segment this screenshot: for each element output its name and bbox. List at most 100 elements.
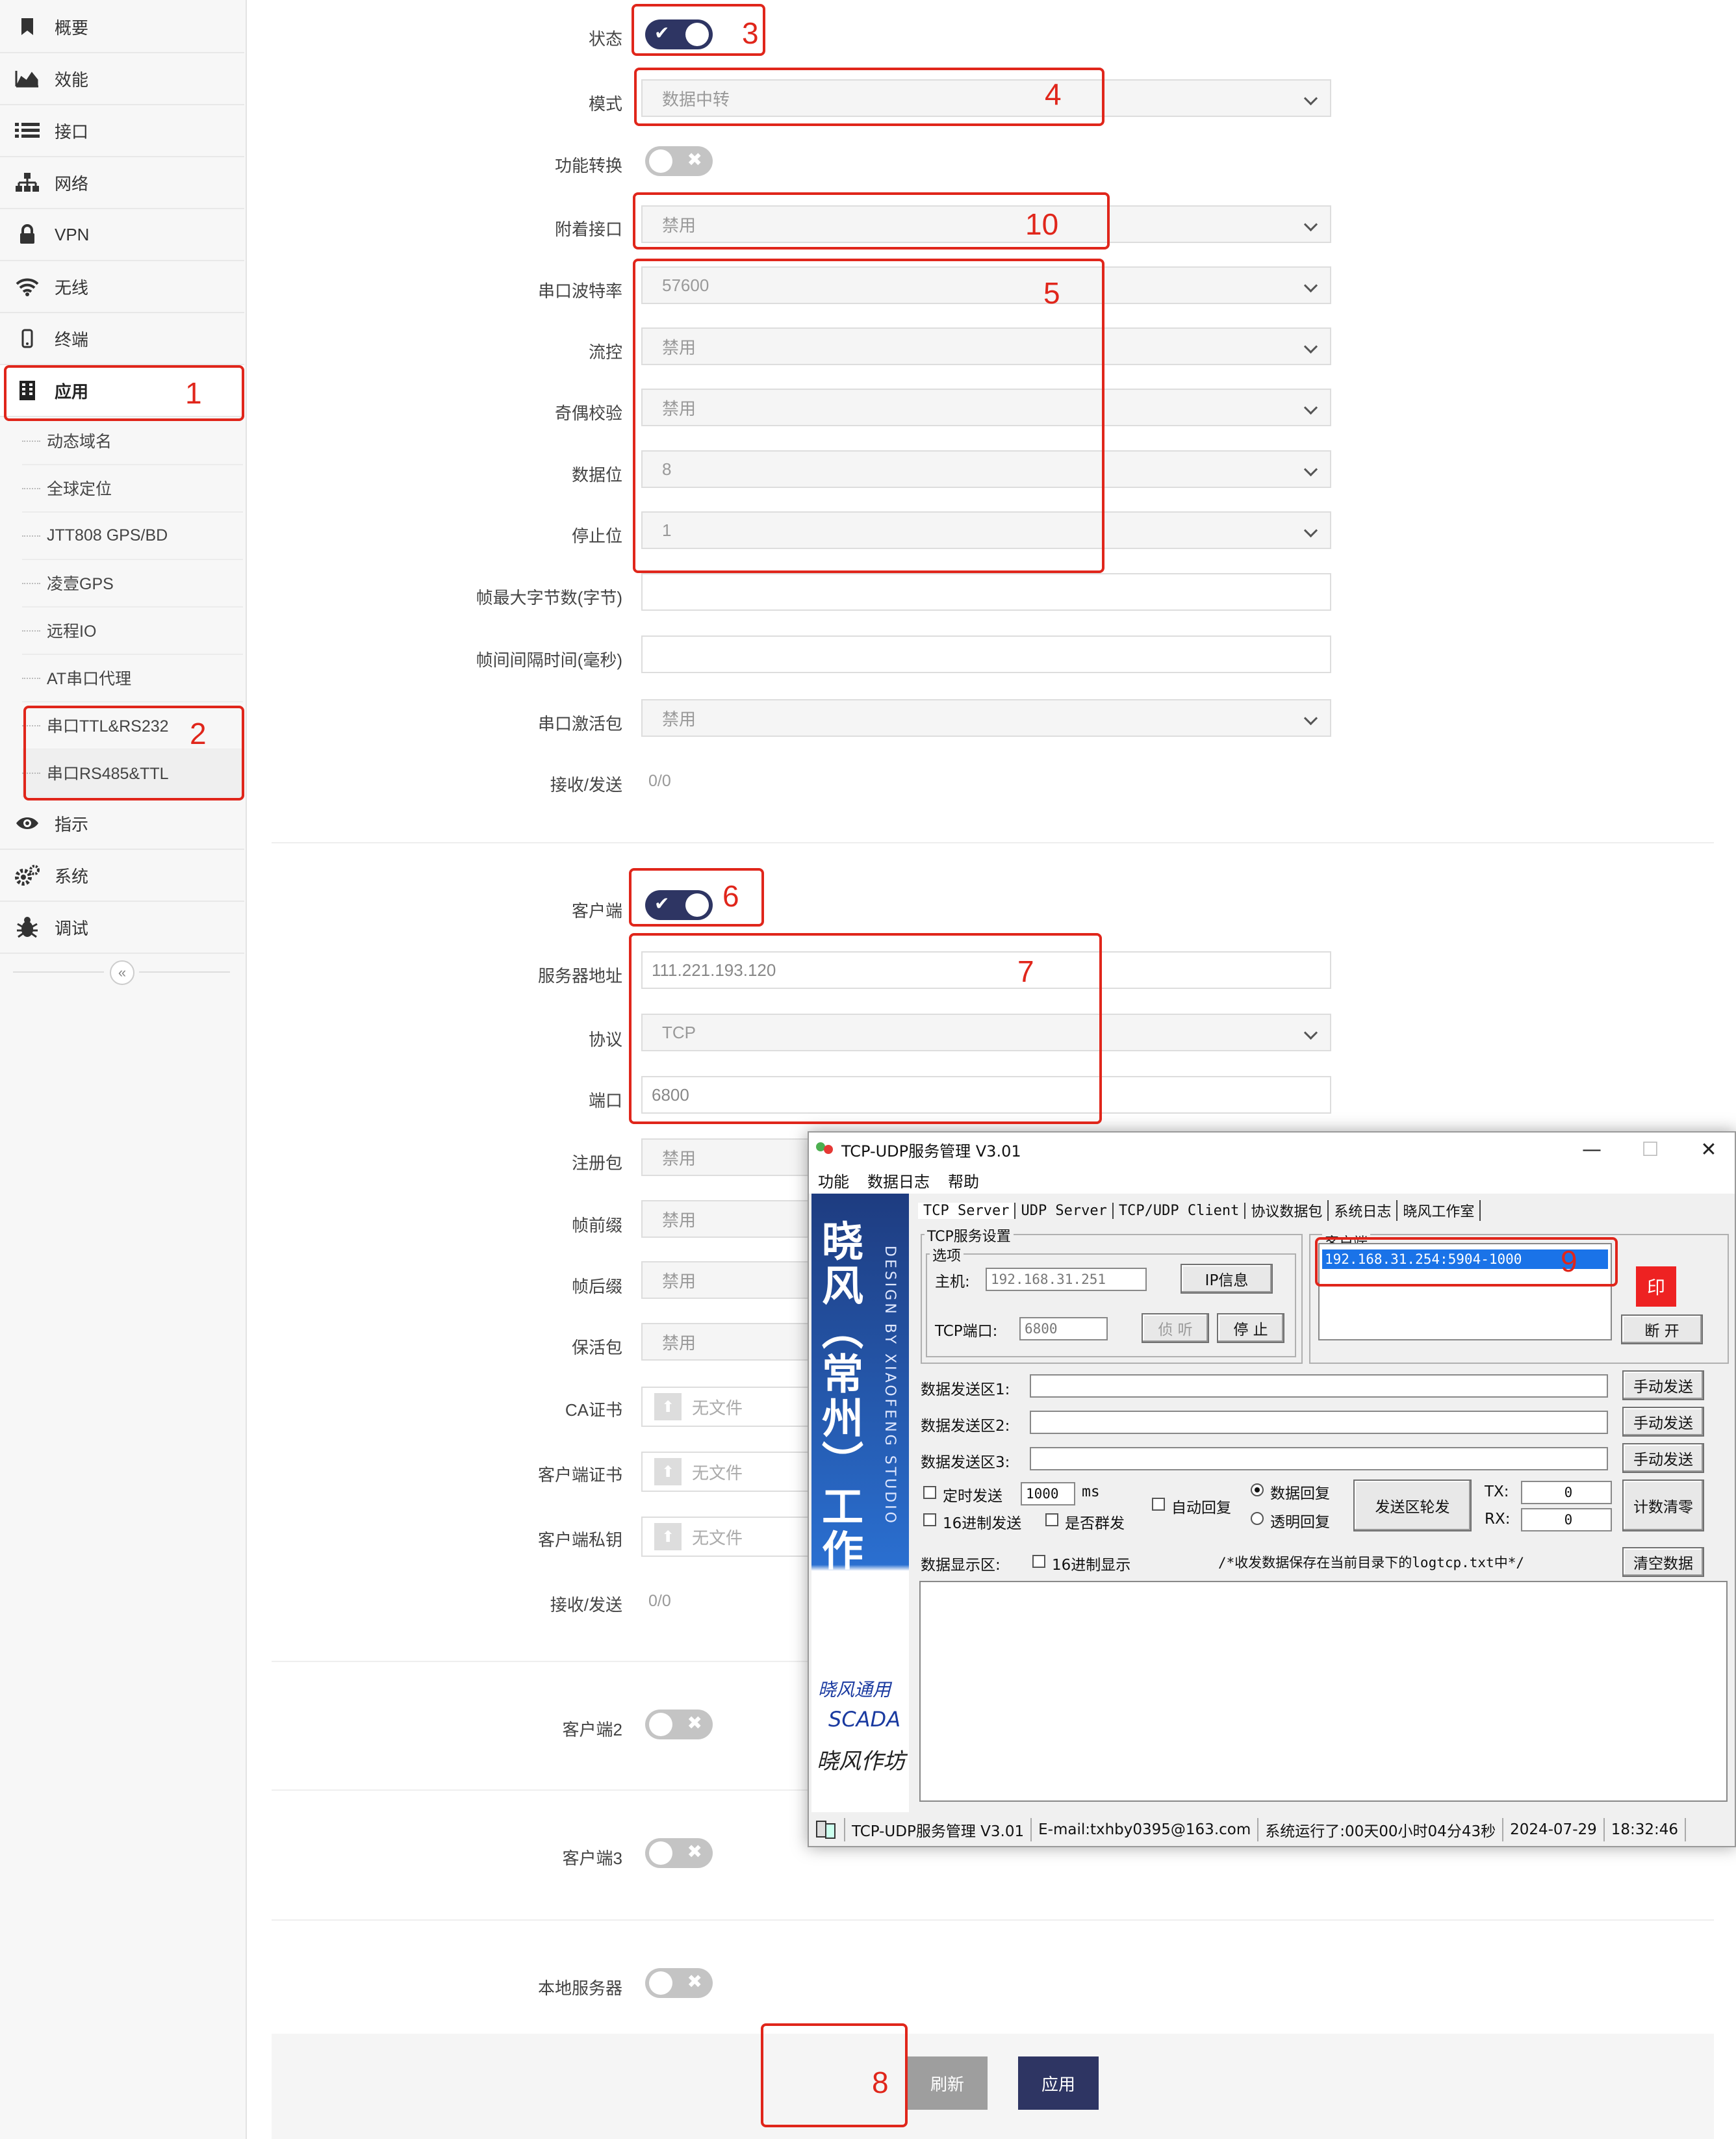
- maximize-button[interactable]: ☐: [1631, 1135, 1670, 1164]
- send3-input[interactable]: [1030, 1447, 1608, 1470]
- auto-reply-label: 自动回复: [1171, 1500, 1231, 1517]
- sidebar-item-label: 接口: [55, 122, 89, 142]
- transparent-reply-radio[interactable]: [1251, 1512, 1264, 1525]
- sidebar-subitem-ddns[interactable]: 动态域名: [22, 417, 243, 465]
- sidebar-item-terminal[interactable]: 终端: [0, 313, 244, 365]
- sidebar-item-indicator[interactable]: 指示: [0, 798, 244, 850]
- sidebar-item-network[interactable]: 网络: [0, 157, 244, 209]
- menu-function[interactable]: 功能: [818, 1169, 849, 1192]
- sidebar-item-wireless[interactable]: 无线: [0, 261, 244, 313]
- annotation-number-10: 10: [1025, 207, 1059, 241]
- listen-button[interactable]: 侦 听: [1142, 1313, 1209, 1343]
- sidebar-item-interface[interactable]: 接口: [0, 105, 244, 157]
- status-runtime: 系统运行了:00天00小时04分43秒: [1258, 1818, 1504, 1841]
- hex-send-checkbox[interactable]: [923, 1513, 936, 1526]
- minimize-button[interactable]: —: [1572, 1135, 1611, 1164]
- sidebar-item-debug[interactable]: 调试: [0, 902, 244, 954]
- tab-tcp-udp-client[interactable]: TCP/UDP Client: [1114, 1202, 1246, 1219]
- frame-interval-label: 帧间间隔时间(毫秒): [476, 650, 622, 670]
- rxtx-value: 0/0: [648, 772, 671, 790]
- tcp-port-input[interactable]: 6800: [1019, 1317, 1108, 1340]
- data-reply-radio[interactable]: [1251, 1483, 1264, 1496]
- sidebar-subitem-lingyi-gps[interactable]: 凌壹GPS: [22, 559, 243, 608]
- timed-interval-input[interactable]: 1000: [1021, 1482, 1075, 1505]
- manual-send-2-button[interactable]: 手动发送: [1622, 1407, 1704, 1437]
- menu-help[interactable]: 帮助: [948, 1169, 979, 1192]
- frame-max-input[interactable]: [641, 573, 1331, 611]
- send2-input[interactable]: [1030, 1411, 1608, 1434]
- sidebar-item-system[interactable]: 系统: [0, 850, 244, 902]
- status-time: 18:32:46: [1605, 1818, 1687, 1841]
- tab-studio[interactable]: 晓风工作室: [1398, 1200, 1481, 1221]
- receive-display-area[interactable]: [919, 1581, 1728, 1802]
- ip-info-button[interactable]: IP信息: [1181, 1264, 1273, 1294]
- eye-icon: [14, 810, 40, 836]
- rx-counter: 0: [1521, 1508, 1612, 1531]
- tab-protocol-packet[interactable]: 协议数据包: [1245, 1200, 1329, 1221]
- clear-data-button[interactable]: 清空数据: [1622, 1547, 1704, 1577]
- local-server-label: 本地服务器: [537, 1979, 622, 1998]
- rx-label: RX:: [1485, 1511, 1511, 1528]
- timed-send-checkbox[interactable]: [923, 1486, 936, 1499]
- menu-data-log[interactable]: 数据日志: [867, 1169, 930, 1192]
- annotation-number-7: 7: [1017, 954, 1034, 988]
- hex-display-checkbox[interactable]: [1032, 1555, 1045, 1568]
- broadcast-checkbox[interactable]: [1045, 1513, 1058, 1526]
- tab-tcp-server[interactable]: TCP Server: [918, 1202, 1016, 1219]
- sidebar-item-overview[interactable]: 概要: [0, 1, 244, 53]
- func-switch-toggle[interactable]: ✖: [645, 146, 713, 176]
- annotation-box-2: [23, 706, 244, 801]
- sidebar-subitem-label: JTT808 GPS/BD: [47, 526, 168, 544]
- annotation-number-9: 9: [1561, 1244, 1577, 1278]
- suffix-label: 帧后缀: [571, 1277, 622, 1296]
- cogs-icon: [14, 862, 40, 888]
- bug-icon: [14, 914, 40, 940]
- auto-reply-checkbox[interactable]: [1152, 1498, 1165, 1511]
- sidebar-subitem-remote-io[interactable]: 远程IO: [22, 607, 243, 655]
- stop-button[interactable]: 停 止: [1217, 1313, 1284, 1343]
- rotate-send-button[interactable]: 发送区轮发: [1353, 1479, 1472, 1531]
- databits-label: 数据位: [571, 465, 622, 485]
- sidebar-item-vpn[interactable]: VPN: [0, 209, 244, 261]
- manual-send-3-button[interactable]: 手动发送: [1622, 1443, 1704, 1473]
- sidebar-subitem-at-proxy[interactable]: AT串口代理: [22, 654, 243, 702]
- host-select[interactable]: 192.168.31.251: [986, 1268, 1147, 1291]
- sidebar-subitem-label: 凌壹GPS: [47, 575, 114, 593]
- sidebar-subitem-jtt808[interactable]: JTT808 GPS/BD: [22, 512, 243, 560]
- disconnect-button[interactable]: 断 开: [1621, 1314, 1703, 1344]
- func-switch-label: 功能转换: [554, 156, 622, 175]
- list-icon: [14, 118, 40, 144]
- close-button[interactable]: ✕: [1689, 1135, 1728, 1164]
- annotation-number-8: 8: [872, 2066, 889, 2099]
- collapse-sidebar-button[interactable]: «: [110, 960, 134, 985]
- tree-connector: [22, 583, 40, 584]
- local-server-toggle[interactable]: ✖: [645, 1968, 713, 1998]
- sidebar-subitem-gps[interactable]: 全球定位: [22, 465, 243, 513]
- sidebar-item-label: 效能: [55, 70, 89, 90]
- manual-send-1-button[interactable]: 手动发送: [1622, 1370, 1704, 1400]
- ca-label: CA证书: [565, 1400, 622, 1420]
- x-icon: ✖: [687, 1971, 702, 1992]
- send1-input[interactable]: [1030, 1374, 1608, 1398]
- annotation-number-5: 5: [1043, 276, 1060, 310]
- status-app-name: TCP-UDP服务管理 V3.01: [845, 1818, 1032, 1841]
- activate-select[interactable]: 禁用: [641, 699, 1331, 737]
- banner-scada-line2: SCADA: [828, 1707, 901, 1732]
- apply-button[interactable]: 应用: [1018, 2056, 1099, 2110]
- sidebar-item-label: 网络: [55, 173, 89, 194]
- client3-toggle[interactable]: ✖: [645, 1838, 713, 1868]
- tcp-settings-label: TCP服务设置: [925, 1225, 1014, 1246]
- tab-udp-server[interactable]: UDP Server: [1015, 1202, 1114, 1219]
- baud-label: 串口波特率: [537, 281, 622, 301]
- sidebar-item-performance[interactable]: 效能: [0, 53, 244, 105]
- hex-display-label: 16进制显示: [1052, 1557, 1131, 1574]
- options-label: 选项: [930, 1244, 964, 1265]
- tree-connector: [22, 535, 40, 537]
- tab-system-log[interactable]: 系统日志: [1329, 1200, 1398, 1221]
- refresh-button[interactable]: 刷新: [907, 2056, 988, 2110]
- send3-label: 数据发送区3:: [921, 1454, 1010, 1471]
- tx-counter: 0: [1521, 1481, 1612, 1504]
- frame-interval-input[interactable]: [641, 635, 1331, 673]
- clear-count-button[interactable]: 计数清零: [1622, 1479, 1704, 1531]
- client2-toggle[interactable]: ✖: [645, 1710, 713, 1739]
